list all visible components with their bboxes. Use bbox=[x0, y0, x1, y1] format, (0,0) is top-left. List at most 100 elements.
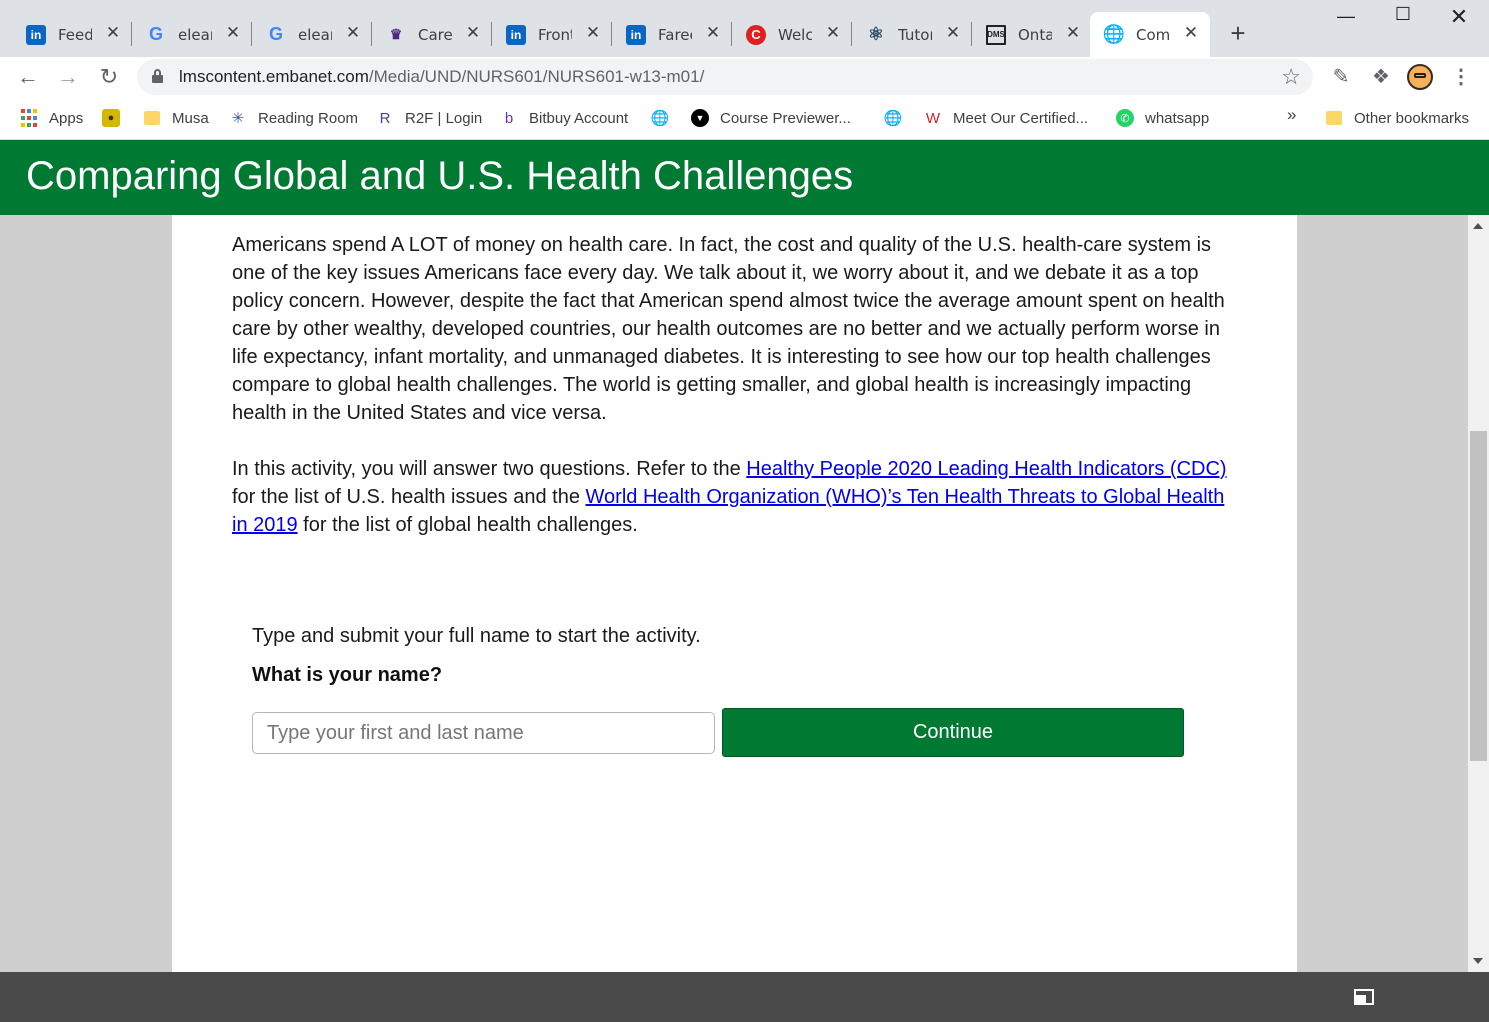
continue-button[interactable]: Continue bbox=[722, 708, 1184, 757]
bookmark-item[interactable]: Musa bbox=[143, 107, 209, 129]
bitbuy-icon: b bbox=[504, 109, 514, 127]
activity-content: Americans spend A LOT of money on health… bbox=[172, 215, 1297, 972]
bookmark-item[interactable]: b Bitbuy Account bbox=[500, 107, 628, 129]
forward-button[interactable]: → bbox=[54, 63, 82, 91]
bookmarks-bar: » Other bookmarks Apps ● Musa ✳ Reading Room… bbox=[0, 97, 1489, 140]
start-prompt: Type and submit your full name to start … bbox=[252, 625, 701, 647]
bookmark-item[interactable]: W Meet Our Certified... bbox=[924, 107, 1088, 129]
activity-instructions: In this activity, you will answer two qu… bbox=[232, 455, 1232, 539]
globe-icon: 🌐 bbox=[650, 110, 670, 127]
reload-button[interactable]: ↻ bbox=[95, 63, 123, 91]
linkedin-icon: in bbox=[26, 24, 46, 45]
turtle-icon: ● bbox=[102, 109, 120, 127]
bookmark-item[interactable]: 🌐 bbox=[884, 107, 913, 129]
url-text: lmscontent.embanet.com/Media/UND/NURS601… bbox=[179, 67, 705, 86]
browser-tab[interactable]: in Fareed ✕ bbox=[612, 12, 732, 57]
google-icon: G bbox=[148, 24, 163, 44]
new-tab-button[interactable]: + bbox=[1224, 18, 1252, 49]
close-tab-icon[interactable]: ✕ bbox=[704, 24, 722, 42]
close-tab-icon[interactable]: ✕ bbox=[104, 24, 122, 42]
bookmarks-overflow-button[interactable]: » bbox=[1287, 105, 1296, 125]
browser-tab[interactable]: ♛ Careers ✕ bbox=[372, 12, 492, 57]
linkedin-icon: in bbox=[506, 24, 526, 45]
browser-tab[interactable]: 🌐 Comparing ✕ bbox=[1090, 12, 1210, 57]
menu-kebab-icon[interactable]: ⋮ bbox=[1447, 63, 1475, 91]
bookmark-label: Bitbuy Account bbox=[529, 109, 629, 127]
tab-title: elearning bbox=[298, 25, 332, 44]
scroll-down-arrow-icon[interactable] bbox=[1473, 958, 1483, 964]
bookmark-star-icon[interactable]: ☆ bbox=[1281, 64, 1301, 90]
minimize-button[interactable]: — bbox=[1331, 6, 1361, 27]
bookmark-label: Other bookmarks bbox=[1354, 109, 1470, 127]
address-bar[interactable]: lmscontent.embanet.com/Media/UND/NURS601… bbox=[137, 59, 1313, 95]
tab-title: elearning bbox=[178, 25, 212, 44]
close-tab-icon[interactable]: ✕ bbox=[584, 24, 602, 42]
close-tab-icon[interactable]: ✕ bbox=[1064, 24, 1082, 42]
back-button[interactable]: ← bbox=[14, 63, 42, 91]
c-logo-icon: C bbox=[746, 24, 766, 45]
tab-title: Ontario bbox=[1018, 25, 1052, 44]
player-bottom-bar bbox=[0, 972, 1489, 1022]
close-tab-icon[interactable]: ✕ bbox=[224, 24, 242, 42]
picture-in-picture-icon[interactable] bbox=[1354, 989, 1374, 1005]
other-bookmarks-folder[interactable]: Other bookmarks bbox=[1325, 107, 1469, 129]
browser-tab[interactable]: in Frontend ✕ bbox=[492, 12, 612, 57]
tab-title: Tutorial bbox=[898, 25, 932, 44]
bookmark-item[interactable]: Apps bbox=[20, 107, 83, 129]
browser-tab[interactable]: Gelearning ✕ bbox=[132, 12, 252, 57]
close-tab-icon[interactable]: ✕ bbox=[944, 24, 962, 42]
tab-title: Feed | LinkedIn bbox=[58, 25, 92, 44]
browser-tab[interactable]: DMS Ontario ✕ bbox=[972, 12, 1092, 57]
linkedin-icon: in bbox=[626, 24, 646, 45]
bookmark-item[interactable]: ✳ Reading Room bbox=[229, 107, 358, 129]
globe-icon: 🌐 bbox=[883, 110, 903, 127]
w-logo-icon: W bbox=[925, 109, 941, 127]
bookmark-item[interactable]: 🌐 bbox=[651, 107, 680, 129]
profile-avatar[interactable] bbox=[1407, 64, 1433, 90]
page-viewport: Comparing Global and U.S. Health Challen… bbox=[0, 140, 1489, 972]
close-window-button[interactable]: ✕ bbox=[1444, 4, 1474, 30]
close-tab-icon[interactable]: ✕ bbox=[464, 24, 482, 42]
instructions-text: In this activity, you will answer two qu… bbox=[232, 458, 747, 480]
bookmark-item[interactable]: ▼ Course Previewer... bbox=[691, 107, 851, 129]
tab-title: Welcome bbox=[778, 25, 812, 44]
bookmark-item[interactable]: R R2F | Login bbox=[376, 107, 483, 129]
tab-title: Comparing bbox=[1136, 25, 1170, 44]
triangle-logo-icon: ▼ bbox=[691, 109, 709, 127]
scroll-thumb[interactable] bbox=[1470, 431, 1487, 761]
bookmark-item[interactable]: ✆ whatsapp bbox=[1116, 107, 1209, 129]
name-question: What is your name? bbox=[252, 664, 443, 686]
browser-tab[interactable]: in Feed | LinkedIn ✕ bbox=[12, 12, 132, 57]
eyedropper-extension-icon[interactable]: ✎ bbox=[1327, 63, 1355, 91]
browser-toolbar: ← → ↻ lmscontent.embanet.com/Media/UND/N… bbox=[0, 57, 1489, 97]
page-scrollbar[interactable] bbox=[1468, 215, 1489, 972]
bookmark-label: whatsapp bbox=[1145, 109, 1210, 127]
bookmark-label: Apps bbox=[49, 109, 84, 127]
close-tab-icon[interactable]: ✕ bbox=[344, 24, 362, 42]
browser-tab[interactable]: ⚛ Tutorial ✕ bbox=[852, 12, 972, 57]
browser-window: + — ☐ ✕ inFeed | LinkedIn✕Gelearning✕Gel… bbox=[0, 0, 1489, 1022]
bookmark-label: Musa bbox=[172, 109, 209, 127]
browser-tab[interactable]: Gelearning ✕ bbox=[252, 12, 372, 57]
scroll-up-arrow-icon[interactable] bbox=[1473, 223, 1483, 229]
r2f-icon: R bbox=[379, 109, 391, 127]
close-tab-icon[interactable]: ✕ bbox=[824, 24, 842, 42]
globe-icon: 🌐 bbox=[1102, 24, 1126, 44]
browser-tab[interactable]: C Welcome ✕ bbox=[732, 12, 852, 57]
page-header-banner: Comparing Global and U.S. Health Challen… bbox=[0, 140, 1489, 215]
tab-strip: + — ☐ ✕ inFeed | LinkedIn✕Gelearning✕Gel… bbox=[0, 0, 1489, 57]
folder-icon bbox=[1326, 111, 1342, 125]
sparkle-icon: ✳ bbox=[231, 110, 245, 127]
cdc-indicators-link[interactable]: Healthy People 2020 Leading Health Indic… bbox=[746, 458, 1226, 480]
folder-icon bbox=[143, 109, 161, 127]
bookmark-label: Reading Room bbox=[258, 109, 359, 127]
instructions-text: for the list of global health challenges… bbox=[297, 514, 638, 536]
maximize-button[interactable]: ☐ bbox=[1388, 4, 1418, 25]
dms-icon: DMS bbox=[986, 24, 1006, 45]
close-tab-icon[interactable]: ✕ bbox=[1182, 24, 1200, 42]
extensions-puzzle-icon[interactable]: ❖ bbox=[1367, 63, 1395, 91]
full-name-input[interactable] bbox=[252, 712, 715, 754]
page-title: Comparing Global and U.S. Health Challen… bbox=[26, 154, 854, 198]
instructions-text: for the list of U.S. health issues and t… bbox=[232, 486, 586, 508]
bookmark-item[interactable]: ● bbox=[102, 107, 131, 129]
